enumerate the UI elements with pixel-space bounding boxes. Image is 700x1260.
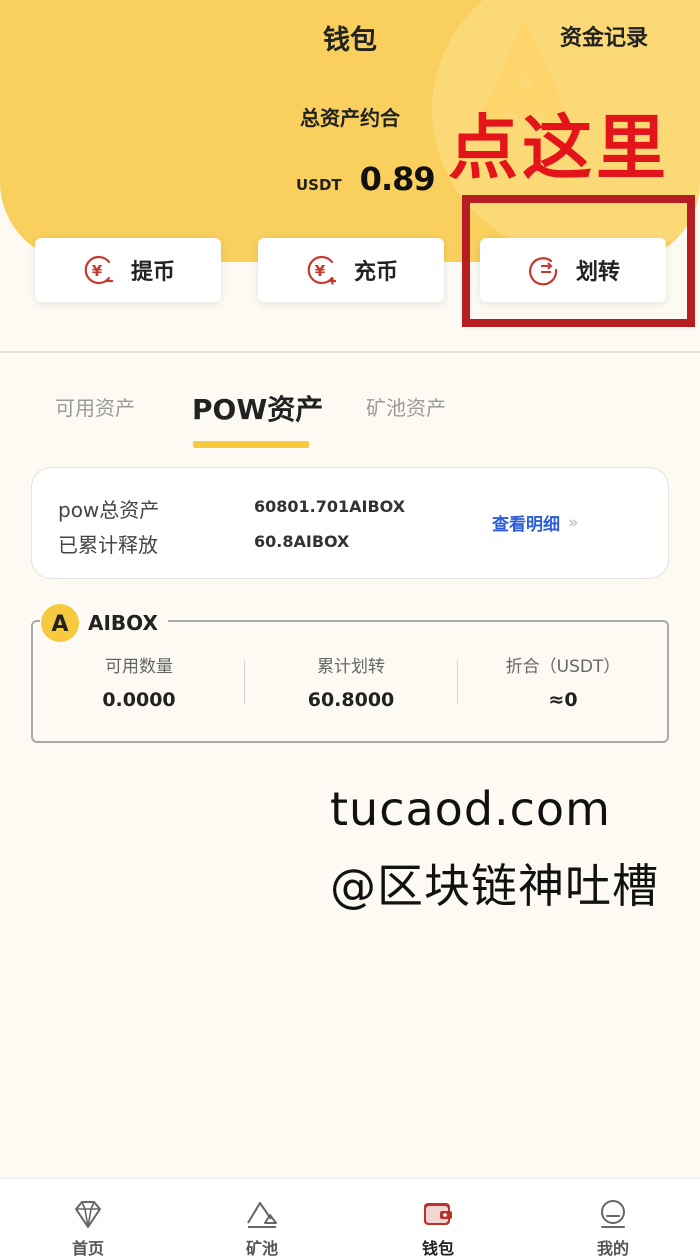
available-stat-value: 0.0000 (102, 689, 176, 711)
annotation-text: 点这里 (448, 107, 670, 189)
bottom-navigation: 首页 矿池 钱包 我的 (0, 1178, 700, 1260)
pow-total-value: 60801.701AIBOX (254, 497, 406, 516)
mountain-icon (247, 1202, 277, 1228)
aibox-coin-icon: A (41, 604, 79, 642)
usdt-equivalent-label: 折合（USDT） (505, 657, 621, 677)
nav-label-pool: 矿池 (245, 1239, 278, 1258)
released-label: 已累计释放 (58, 533, 158, 557)
profile-icon (601, 1200, 625, 1228)
nav-label-home: 首页 (71, 1239, 104, 1258)
available-stat-label: 可用数量 (105, 657, 173, 677)
coin-header: A AIBOX (40, 603, 168, 643)
watermark-url: tucaod.com (330, 782, 611, 836)
transferred-stat: 累计划转 60.8000 (245, 652, 457, 711)
section-divider (0, 351, 700, 353)
fund-records-link[interactable]: 资金记录 (560, 20, 648, 52)
total-assets: USDT 0.89 (296, 160, 436, 198)
available-stat: 可用数量 0.0000 (33, 652, 245, 711)
usdt-equivalent-stat: 折合（USDT） ≈0 (457, 652, 669, 711)
active-tab-indicator (193, 441, 309, 448)
view-details-link[interactable]: 查看明细 » (492, 510, 579, 536)
withdraw-label: 提币 (130, 260, 175, 285)
view-details-label: 查看明细 (492, 515, 560, 535)
deposit-button[interactable]: ¥ 充币 (258, 238, 444, 302)
currency-unit: USDT (296, 176, 342, 194)
svg-text:¥: ¥ (92, 262, 103, 280)
pow-total-label: pow总资产 (58, 498, 160, 522)
svg-text:A: A (51, 612, 68, 637)
transferred-stat-value: 60.8000 (307, 689, 395, 711)
double-chevron-right-icon: » (568, 512, 579, 533)
nav-label-wallet: 钱包 (421, 1239, 454, 1258)
nav-item-home[interactable]: 首页 (38, 1197, 138, 1259)
nav-item-profile[interactable]: 我的 (563, 1197, 663, 1259)
nav-item-pool[interactable]: 矿池 (212, 1197, 312, 1259)
total-assets-value: 0.89 (359, 160, 436, 198)
transferred-stat-label: 累计划转 (317, 657, 385, 677)
coin-name: AIBOX (88, 611, 158, 635)
nav-item-wallet[interactable]: 钱包 (388, 1197, 488, 1259)
yen-minus-icon: ¥ (84, 255, 113, 285)
nav-label-profile: 我的 (596, 1239, 629, 1258)
tab-pow-assets[interactable]: POW资产 (192, 388, 323, 428)
watermark-handle: @区块链神吐槽 (330, 859, 659, 913)
tab-pool-assets[interactable]: 矿池资产 (366, 392, 446, 421)
deposit-label: 充币 (353, 260, 398, 285)
diamond-icon (75, 1201, 101, 1228)
wallet-icon (424, 1203, 452, 1225)
yen-plus-icon: ¥ (307, 255, 336, 285)
svg-text:¥: ¥ (315, 262, 326, 280)
pow-summary-card: pow总资产 60801.701AIBOX 已累计释放 60.8AIBOX 查看… (31, 467, 669, 579)
annotation-highlight-box (462, 195, 695, 327)
withdraw-button[interactable]: ¥ 提币 (35, 238, 221, 302)
tab-available-assets[interactable]: 可用资产 (55, 392, 135, 421)
released-value: 60.8AIBOX (254, 532, 350, 551)
usdt-equivalent-value: ≈0 (548, 689, 578, 711)
